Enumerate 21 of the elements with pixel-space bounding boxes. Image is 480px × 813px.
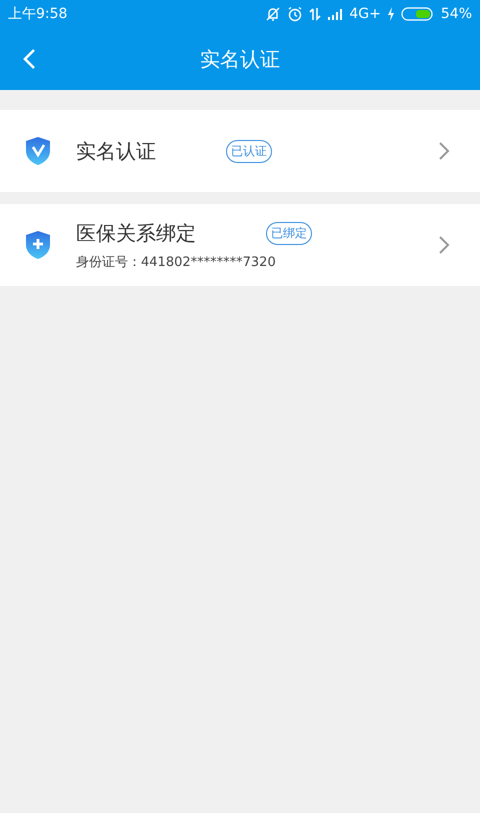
- id-number: 身份证号：441802********7320: [76, 254, 277, 270]
- status-tag: 已认证: [226, 140, 272, 162]
- network-type: 4G+: [349, 6, 381, 22]
- charging-bolt-icon: [386, 7, 395, 21]
- chevron-icon: [438, 141, 450, 161]
- chevron-icon: [438, 235, 450, 255]
- data-transfer-icon: [309, 7, 322, 21]
- signal-icon: [327, 8, 344, 20]
- list-item[interactable]: 实名认证 已认证: [0, 110, 480, 192]
- list-item[interactable]: 医保关系绑定 已绑定 身份证号：441802********7320: [0, 204, 480, 286]
- status-tag: 已绑定: [266, 222, 312, 244]
- page-title: 实名认证: [200, 46, 280, 72]
- item-title: 实名认证: [76, 138, 156, 164]
- battery-icon: [400, 7, 435, 21]
- shield-check-icon: [24, 136, 52, 166]
- battery-percent: 54%: [440, 6, 472, 22]
- alarm-icon: [287, 6, 304, 22]
- shield-plus-icon: [24, 230, 52, 260]
- bell-off-icon: [265, 6, 282, 22]
- status-time: 上午9:58: [8, 5, 68, 23]
- item-title: 医保关系绑定: [76, 220, 196, 246]
